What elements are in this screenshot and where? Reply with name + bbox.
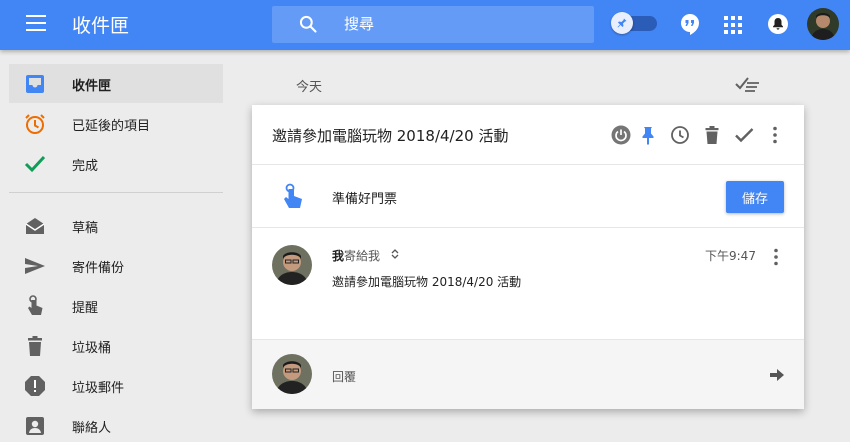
- menu-icon[interactable]: [26, 15, 46, 31]
- sweep-done-icon[interactable]: [735, 76, 761, 92]
- drafts-envelope-icon: [25, 218, 45, 234]
- email-subject: 邀請參加電腦玩物 2018/4/20 活動: [272, 127, 509, 145]
- app-title: 收件匣: [72, 15, 130, 37]
- sidebar-item-spam[interactable]: 垃圾郵件: [9, 366, 223, 405]
- email-card: 邀請參加電腦玩物 2018/4/20 活動 準備好門票 儲存 我寄給我 下午9:…: [252, 105, 804, 409]
- send-icon: [25, 258, 45, 274]
- search-box[interactable]: [272, 6, 594, 43]
- sidebar-item-contacts[interactable]: 聯絡人: [9, 406, 223, 442]
- reminder-finger-icon: [284, 183, 302, 208]
- snooze-clock-icon: [25, 114, 45, 134]
- sidebar-item-sent[interactable]: 寄件備份: [9, 246, 223, 285]
- sidebar-item-snoozed[interactable]: 已延後的項目: [9, 104, 223, 143]
- hangouts-icon[interactable]: [680, 13, 700, 35]
- sidebar-item-label: 提醒: [72, 301, 99, 316]
- sidebar-item-label: 垃圾郵件: [72, 381, 125, 396]
- done-check-icon[interactable]: [734, 125, 754, 145]
- sender-line: 我寄給我: [332, 247, 380, 264]
- message-body: 邀請參加電腦玩物 2018/4/20 活動: [332, 275, 522, 289]
- sidebar-item-label: 寄件備份: [72, 261, 125, 276]
- profile-photo: [272, 354, 312, 394]
- reminder-text: 準備好門票: [332, 192, 398, 207]
- toggle-knob: [611, 12, 633, 34]
- expand-details-icon[interactable]: [391, 249, 399, 259]
- snooze-clock-icon[interactable]: [670, 125, 690, 145]
- sidebar-item-done[interactable]: 完成: [9, 144, 223, 183]
- recipient-label: 寄給我: [344, 249, 381, 263]
- spam-icon: [25, 376, 45, 396]
- more-vert-icon[interactable]: [766, 247, 786, 267]
- sidebar-item-reminders[interactable]: 提醒: [9, 286, 223, 325]
- sidebar-item-drafts[interactable]: 草稿: [9, 206, 223, 245]
- reply-bar[interactable]: 回覆: [252, 339, 804, 409]
- reply-label: 回覆: [332, 370, 357, 384]
- sidebar-item-trash[interactable]: 垃圾桶: [9, 326, 223, 365]
- contacts-icon: [26, 417, 44, 435]
- profile-photo: [272, 245, 312, 285]
- reminder-finger-icon: [28, 295, 43, 315]
- trash-icon: [28, 336, 42, 356]
- search-input[interactable]: [344, 13, 574, 35]
- profile-photo: [807, 8, 839, 40]
- pin-icon: [617, 18, 627, 28]
- sidebar-item-label: 草稿: [72, 221, 99, 236]
- sidebar-item-label: 收件匣: [72, 79, 112, 94]
- sidebar-item-inbox[interactable]: 收件匣: [9, 64, 223, 103]
- pin-icon[interactable]: [638, 125, 658, 145]
- trash-icon[interactable]: [702, 125, 722, 145]
- mute-power-icon[interactable]: [611, 125, 631, 145]
- reminder-row: 準備好門票 儲存: [252, 166, 804, 228]
- sender-avatar: [272, 245, 312, 285]
- more-vert-icon[interactable]: [765, 125, 785, 145]
- sidebar-divider: [9, 192, 223, 193]
- sender-name: 我: [332, 249, 345, 263]
- notifications-bell-icon[interactable]: [767, 13, 789, 35]
- message-row: 我寄給我 下午9:47 邀請參加電腦玩物 2018/4/20 活動: [252, 229, 804, 339]
- email-header: 邀請參加電腦玩物 2018/4/20 活動: [252, 105, 804, 165]
- message-time: 下午9:47: [705, 249, 756, 263]
- reply-avatar: [272, 354, 312, 394]
- sidebar-item-label: 聯絡人: [72, 421, 112, 436]
- section-label-today: 今天: [296, 80, 323, 95]
- top-app-bar: 收件匣: [0, 0, 850, 50]
- check-icon: [24, 155, 46, 173]
- sidebar-item-label: 完成: [72, 159, 99, 174]
- sidebar-item-label: 已延後的項目: [72, 119, 151, 134]
- save-button[interactable]: 儲存: [726, 181, 784, 213]
- inbox-icon: [26, 75, 44, 93]
- pinned-toggle[interactable]: [611, 12, 657, 34]
- sidebar-item-label: 垃圾桶: [72, 341, 112, 356]
- account-avatar[interactable]: [807, 8, 839, 40]
- apps-grid-icon[interactable]: [724, 16, 742, 34]
- search-icon: [299, 15, 317, 33]
- sidebar-nav: 收件匣 已延後的項目 完成 草稿 寄件備份 提醒 垃圾桶 垃圾郵件 聯絡人: [0, 50, 232, 442]
- forward-arrow-icon[interactable]: [770, 369, 784, 381]
